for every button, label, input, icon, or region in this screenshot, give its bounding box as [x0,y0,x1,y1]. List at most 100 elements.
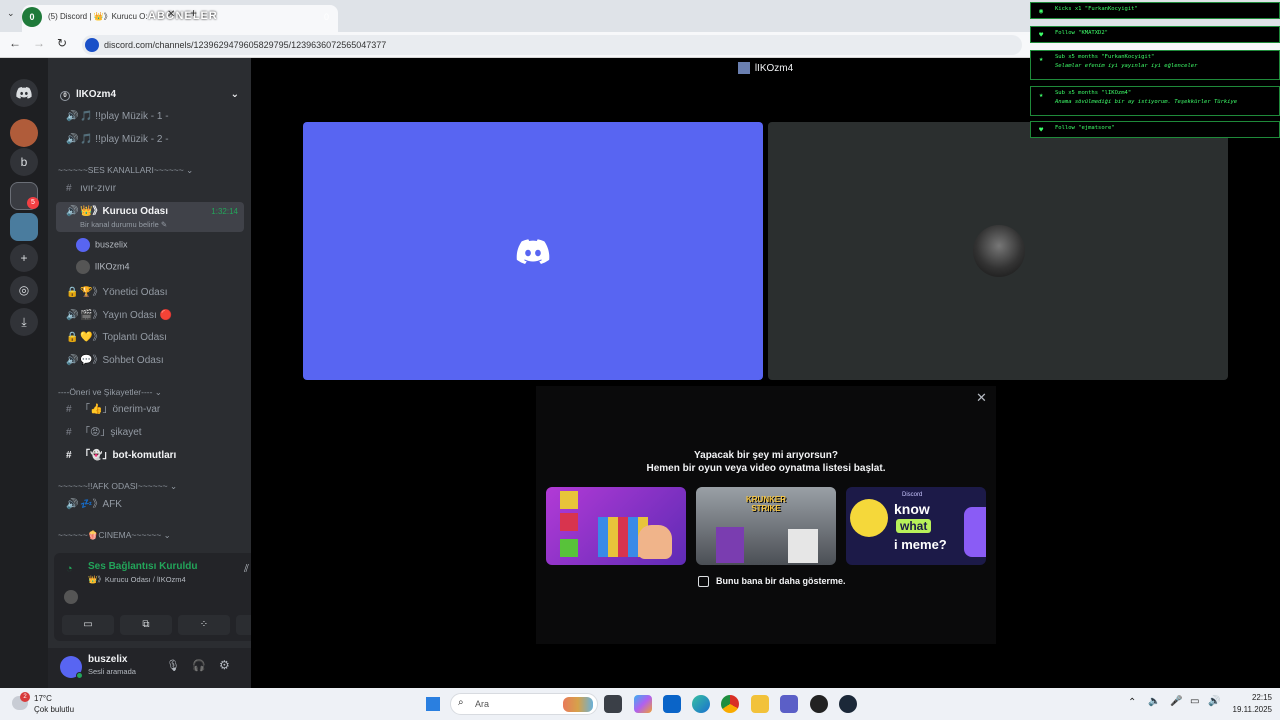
settings-gear-icon[interactable]: ⚙ [219,658,230,672]
activity-subtitle: Hemen bir oyun veya video oynatma listes… [646,463,886,474]
weather-temp[interactable]: 17°C [34,694,52,703]
tab-close-icon[interactable]: ✕ [167,9,175,20]
server-b[interactable]: b [10,148,38,176]
speaker-tray-icon[interactable]: 🔈 [1148,696,1160,707]
text-channel-bot-komutlari[interactable]: # 「👻」bot-komutları [56,446,244,466]
volume-tray-icon[interactable]: 🔊 [1208,696,1220,707]
voice-location[interactable]: 👑》Kurucu Odası / lIKOzm4 [88,574,186,585]
new-tab-icon[interactable]: + [190,6,197,20]
taskbar-search[interactable]: ⌕ Ara [450,693,598,715]
hash-icon: # [66,450,72,461]
network-tray-icon[interactable]: ▭ [1190,696,1199,707]
tab-badge: 0 [22,7,42,27]
text-channel-ivir-zivir[interactable]: # ıvır-zıvır [56,179,244,199]
voice-user-likozm4[interactable]: lIKOzm4 [76,260,130,274]
activity-suggestion-panel: ✕ Yapacak bir şey mi arıyorsun? Hemen bi… [536,386,996,644]
category-cinema[interactable]: ~~~~~~🍿CINEMA~~~~~~ ⌄ [58,530,171,541]
weather-badge: 2 [20,692,30,702]
voice-channel-yonetici[interactable]: 🔒 🏆》Yönetici Odası [56,283,244,303]
activity-card-krunker[interactable]: KRUNKER STRIKE [696,487,836,565]
clock-date[interactable]: 19.11.2025 [1226,705,1272,714]
tray-chevron-icon[interactable]: ⌃ [1128,697,1136,708]
dont-show-label[interactable]: Bunu bana bir daha gösterme. [716,576,846,586]
steam-icon[interactable] [839,695,857,713]
microphone-icon[interactable]: 🎙 [166,659,180,672]
browser-tab[interactable]: 0 (5) Discord | 👑》Kurucu O: ABONELER ✕ 0 [22,5,338,32]
close-icon[interactable]: ✕ [976,390,987,406]
reload-icon[interactable]: ↻ [57,36,67,50]
server-active[interactable] [10,213,38,241]
alert-message: Anama sövülmediği bir ay istiyorum. Teşe… [1055,99,1238,105]
forward-icon[interactable]: → [33,36,45,50]
server-menu-chevron-icon[interactable]: ⌄ [231,84,239,106]
voice-channel-sohbet[interactable]: 🔊 💬》Sohbet Odası [56,351,244,371]
user-panel: buszelix Sesli aramada 🎙 🎧 ⚙ [48,648,251,688]
edge-icon[interactable] [692,695,710,713]
voice-status[interactable]: Ses Bağlantısı Kuruldu [88,561,197,572]
weather-desc[interactable]: Çok bulutlu [34,705,74,714]
chrome-icon[interactable] [721,695,739,713]
category-oneri-sikayet[interactable]: ----Öneri ve Şikayetler---- ⌄ [58,387,162,398]
user-avatar [76,260,90,274]
headphones-icon[interactable]: 🎧 [192,659,206,672]
meme-text-2: what [896,519,932,533]
noise-suppression-icon[interactable]: ⫽ [244,563,249,576]
voice-channel-music-1[interactable]: 🔊 🎵 !!play Müzik - 1 - [56,107,244,127]
channel-status-prompt[interactable]: Bir kanal durumu belirle ✎ [80,215,167,235]
activities-button[interactable]: ⁘ [178,615,230,635]
activity-card-know-what-i-meme[interactable]: Discord know what i meme? [846,487,986,565]
download-icon[interactable]: ⤓ [10,308,38,336]
server-list: b 5 + ◎ ⤓ [0,58,48,688]
meme-brand: Discord [902,492,923,498]
dont-show-checkbox[interactable] [698,576,709,587]
mic-tray-icon[interactable]: 🎤 [1170,696,1182,707]
url-field[interactable]: discord.com/channels/1239629479605829795… [82,35,1022,55]
laughing-face-icon [850,499,888,537]
alert-item: ★ Sub x5 months "lIKOzm4" Anama sövülmediğ… [1030,86,1280,116]
category-afk[interactable]: ~~~~~~!!AFK ODASI~~~~~~ ⌄ [58,481,177,492]
voice-channel-music-2[interactable]: 🔊 🎵 !!play Müzik - 2 - [56,130,244,150]
voice-user-buszelix[interactable]: buszelix [76,238,128,252]
activity-card-puzzle[interactable] [546,487,686,565]
add-server-icon[interactable]: + [10,244,38,272]
channel-label: ıvır-zıvır [80,183,117,194]
voice-channel-afk[interactable]: 🔊 💤》AFK [56,495,244,515]
windows-start-icon[interactable] [426,697,440,711]
back-icon[interactable]: ← [9,36,21,50]
screen-share-button[interactable]: ⧉ [120,615,172,635]
task-view-icon[interactable] [604,695,622,713]
discord-logo-icon [516,239,550,265]
participant-tile-likozm4[interactable] [768,122,1228,380]
channel-label: 💤》AFK [80,499,122,510]
text-channel-onerim-var[interactable]: # 「👍」önerim-var [56,400,244,420]
copilot-icon[interactable] [634,695,652,713]
star-icon: ★ [1039,55,1044,63]
alert-text: Sub x5 months "lIKOzm4" [1055,90,1132,96]
user-name[interactable]: buszelix [88,654,127,665]
discord-home-icon[interactable] [10,79,38,107]
category-ses-kanallari[interactable]: ~~~~~~SES KANALLARI~~~~~~ ⌄ [58,165,193,176]
discover-icon[interactable]: ◎ [10,276,38,304]
explorer-icon[interactable] [751,695,769,713]
voice-channel-kurucu-odasi[interactable]: 🔊 👑》Kurucu Odası 1:32:14 Bir kanal durumu… [56,202,244,232]
channel-label: 🎬》Yayın Odası 🔴 [80,310,172,321]
clock-time[interactable]: 22:15 [1236,693,1272,702]
tab-list-chevron-icon[interactable]: ⌄ [7,8,15,19]
outlook-icon[interactable] [663,695,681,713]
server-avatar-1[interactable] [10,119,38,147]
channel-timer: 1:32:14 [211,207,238,216]
server-header[interactable]: 0 lIKOzm4 ⌄ [48,84,251,106]
site-info-icon[interactable] [85,38,99,52]
participant-tile-buszelix[interactable] [303,122,763,380]
voice-channel-toplanti[interactable]: 🔒 💛》Toplantı Odası [56,328,244,348]
teams-icon[interactable] [780,695,798,713]
channel-label: 「👍」önerim-var [80,404,161,415]
camera-button[interactable]: ▭ [62,615,114,635]
app-icon[interactable] [810,695,828,713]
text-channel-sikayet[interactable]: # 「😡」şikayet [56,423,244,443]
voice-channel-yayin[interactable]: 🔊 🎬》Yayın Odası 🔴 [56,306,244,326]
speaker-icon: 🔊 [66,355,79,366]
signal-icon: ◔ [66,563,73,575]
call-area: lIKOzm4 ✕ Yapacak bir şey mi arıyorsun? … [251,58,1280,688]
channel-label: 「👻」bot-komutları [80,450,177,461]
